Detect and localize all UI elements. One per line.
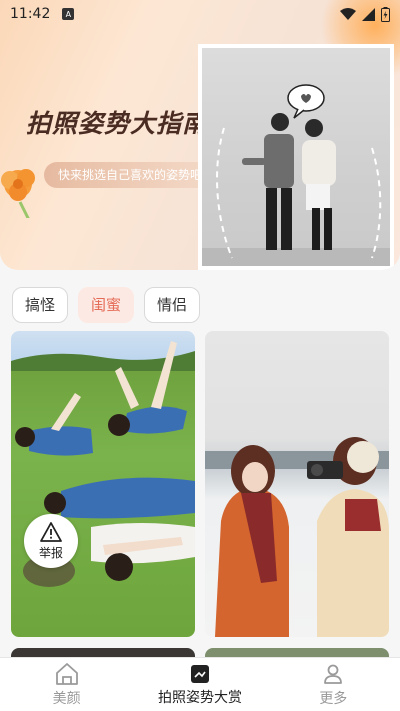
report-button[interactable]: 举报 (24, 514, 78, 568)
banner-subtitle: 快来挑选自己喜欢的姿势吧 (44, 162, 217, 188)
category-tabs: 搞怪 闺蜜 情侣 (12, 287, 201, 323)
status-bar: 11:42 A (0, 0, 400, 28)
pose-card-snow[interactable] (205, 331, 389, 637)
tab-couple[interactable]: 情侣 (144, 287, 201, 323)
banner-title: 拍照姿势大指南 (26, 109, 209, 138)
tab-besties[interactable]: 闺蜜 (78, 287, 135, 323)
bottom-navigation: 美颜 拍照姿势大赏 更多 (0, 657, 400, 711)
nav-beauty-label: 美颜 (52, 690, 81, 707)
status-icons (340, 6, 390, 22)
report-label: 举报 (38, 545, 63, 560)
battery-icon (381, 6, 390, 22)
person-icon (324, 664, 343, 684)
notification-a-icon: A (62, 8, 75, 20)
photo-icon (190, 664, 209, 683)
wifi-icon (340, 7, 356, 20)
hero-banner[interactable]: 拍照姿势大指南 快来挑选自己喜欢的姿势吧 (0, 0, 400, 270)
flower-decoration-icon (1, 169, 35, 218)
banner-couple-photo (198, 44, 394, 270)
tab-funny[interactable]: 搞怪 (12, 287, 69, 323)
nav-more-label: 更多 (319, 690, 348, 707)
pose-card-grass[interactable] (11, 331, 195, 637)
status-time: 11:42 (10, 6, 51, 22)
girls-on-grass-photo (11, 341, 195, 587)
couple-illustration (202, 84, 390, 266)
nav-poses-label: 拍照姿势大赏 (157, 689, 242, 706)
girls-in-snow-photo (205, 437, 389, 637)
nav-more[interactable]: 更多 (267, 658, 400, 711)
nav-poses[interactable]: 拍照姿势大赏 (133, 658, 266, 711)
signal-icon (362, 7, 375, 21)
house-icon (55, 662, 78, 685)
warning-icon (40, 521, 62, 542)
nav-beauty[interactable]: 美颜 (0, 658, 133, 711)
